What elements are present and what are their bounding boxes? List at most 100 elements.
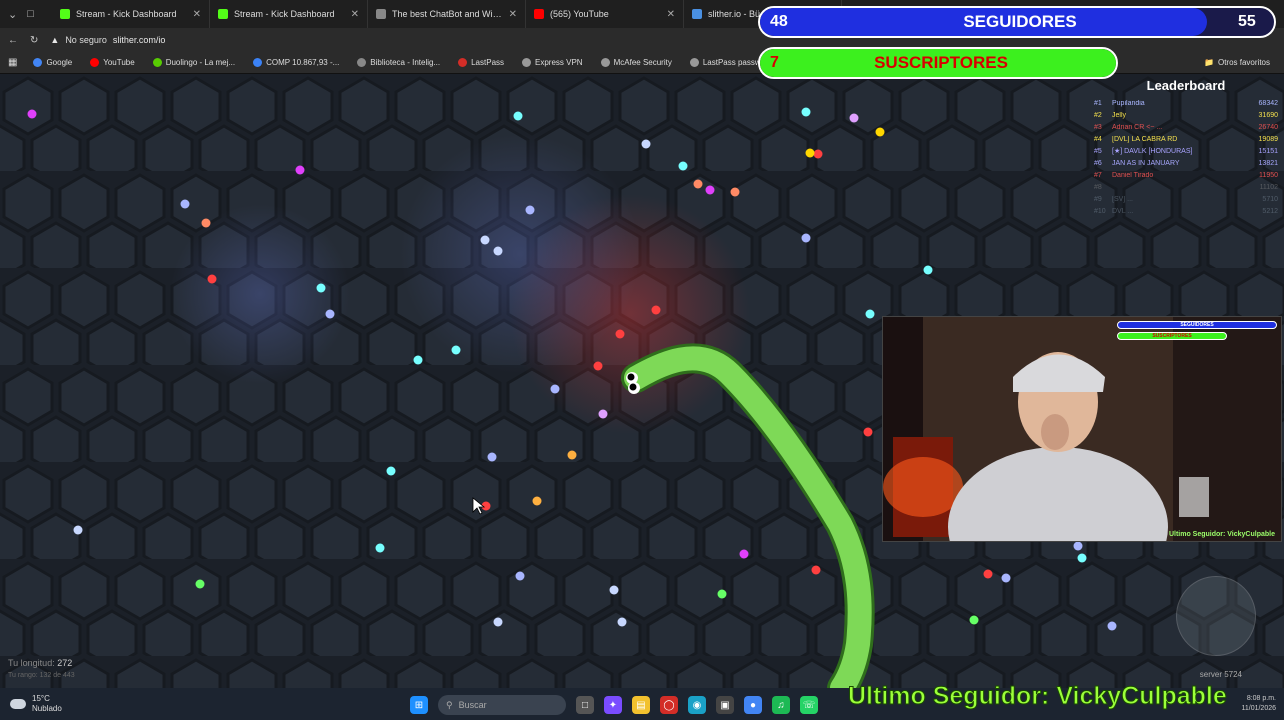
close-tab-icon[interactable]: ✕ xyxy=(351,9,359,20)
apps-icon[interactable]: ▦ xyxy=(8,57,17,68)
bookmark-label: Biblioteca - Intelig... xyxy=(370,58,441,67)
food-pellet xyxy=(480,235,490,245)
browser-tab[interactable]: (565) YouTube ✕ xyxy=(526,0,684,28)
opera-icon[interactable]: ◯ xyxy=(660,696,678,714)
slither-icon xyxy=(692,9,702,19)
leaderboard-name: Daniel Tirado xyxy=(1112,171,1154,179)
food-pellet xyxy=(487,452,497,462)
warning-icon: ▲ xyxy=(50,35,60,45)
subscribers-label: SUSCRIPTORES xyxy=(874,53,1008,72)
leaderboard-rank: #8 xyxy=(1094,183,1102,191)
leaderboard-rank: #4 xyxy=(1094,135,1102,143)
file-explorer-icon[interactable]: ▤ xyxy=(632,696,650,714)
search-placeholder: Buscar xyxy=(458,700,487,710)
last-follower-banner: Ultimo Seguidor: VickyCulpable xyxy=(848,682,1228,711)
edge-icon[interactable]: ◉ xyxy=(688,696,706,714)
food-pellet xyxy=(730,187,740,197)
close-tab-icon[interactable]: ✕ xyxy=(509,9,517,20)
leaderboard-row: #2 Jelly 31690 xyxy=(1094,109,1278,121)
bookmark-item[interactable]: Duolingo - La mej... xyxy=(152,58,236,67)
bookmark-item[interactable]: McAfee Security xyxy=(600,58,672,67)
leaderboard-rank: #7 xyxy=(1094,171,1102,179)
leaderboard-score: 11102 xyxy=(1259,183,1278,191)
browser-tab[interactable]: Stream - Kick Dashboard ✕ xyxy=(210,0,368,28)
food-pellet xyxy=(609,585,619,595)
food-pellet xyxy=(451,345,461,355)
close-tab-icon[interactable]: ✕ xyxy=(193,9,201,20)
leaderboard-score: 5212 xyxy=(1262,207,1278,215)
food-pellet xyxy=(923,265,933,275)
bookmark-icon xyxy=(522,58,532,67)
bookmark-item[interactable]: Biblioteca - Intelig... xyxy=(357,58,440,67)
task-view-icon[interactable]: □ xyxy=(576,696,594,714)
bookmark-label: Duolingo - La mej... xyxy=(165,58,236,67)
taskbar-search[interactable]: ⚲ Buscar xyxy=(438,695,566,715)
leaderboard-score: 15151 xyxy=(1258,147,1278,155)
tab-search-icon[interactable]: ⌄ xyxy=(8,8,17,21)
bookmark-icon xyxy=(357,58,367,67)
url-text[interactable]: slither.com/io xyxy=(113,35,166,45)
leaderboard-rank: #9 xyxy=(1094,195,1102,203)
food-pellet xyxy=(1073,541,1083,551)
leaderboard-score: 31690 xyxy=(1258,111,1278,119)
food-pellet xyxy=(811,565,821,575)
reload-icon[interactable]: ↻ xyxy=(30,35,38,46)
spotify-icon[interactable]: ♫ xyxy=(772,696,790,714)
leaderboard-score: 5710 xyxy=(1262,195,1278,203)
food-pellet xyxy=(493,246,503,256)
workspaces-icon[interactable]: □ xyxy=(27,8,34,21)
back-icon[interactable]: ← xyxy=(8,35,18,46)
bookmark-label: YouTube xyxy=(103,58,135,67)
food-pellet xyxy=(739,549,749,559)
copilot-icon[interactable]: ✦ xyxy=(604,696,622,714)
bookmark-label: COMP 10.867,93 -... xyxy=(266,58,340,67)
bookmark-label: LastPass xyxy=(471,58,505,67)
food-pellet xyxy=(983,569,993,579)
windows-start-icon[interactable]: ⊞ xyxy=(410,696,428,714)
food-pellet xyxy=(969,615,979,625)
bookmark-icon xyxy=(152,58,162,67)
bookmark-item[interactable]: Express VPN xyxy=(522,58,583,67)
leaderboard-score: 19089 xyxy=(1258,135,1278,143)
close-tab-icon[interactable]: ✕ xyxy=(667,9,675,20)
system-tray-clock[interactable]: 8:08 p.m. 11/01/2026 xyxy=(1241,694,1276,714)
chatbot-icon xyxy=(376,9,386,19)
bookmark-item[interactable]: Google xyxy=(33,58,72,67)
bookmark-icon xyxy=(600,58,610,67)
browser-tab[interactable]: The best ChatBot and Widgets for ✕ xyxy=(368,0,526,28)
chrome-icon[interactable]: ● xyxy=(744,696,762,714)
leaderboard-name: Jelly xyxy=(1112,111,1127,119)
bookmark-item[interactable]: YouTube xyxy=(90,58,135,67)
leaderboard-score: 11950 xyxy=(1259,171,1278,179)
other-favorites[interactable]: 📁 Otros favoritos xyxy=(1204,58,1270,67)
length-readout: Tu longitud: 272 xyxy=(8,658,73,668)
weather-widget[interactable]: 15°C Nublado xyxy=(0,694,120,714)
food-pellet xyxy=(805,148,815,158)
food-pellet xyxy=(1001,573,1011,583)
food-pellet xyxy=(849,113,859,123)
bookmark-item[interactable]: COMP 10.867,93 -... xyxy=(253,58,339,67)
food-pellet xyxy=(651,305,661,315)
tab-title: (565) YouTube xyxy=(550,9,609,19)
omnibox[interactable]: ▲ No seguro slither.com/io xyxy=(50,35,165,45)
whatsapp-icon[interactable]: ☏ xyxy=(800,696,818,714)
clock-time: 8:08 p.m. xyxy=(1246,695,1276,702)
webcam-last-follower: Ultimo Seguidor: VickyCulpable xyxy=(1168,531,1275,538)
food-pellet xyxy=(180,199,190,209)
food-pellet xyxy=(73,525,83,535)
store-icon[interactable]: ▣ xyxy=(716,696,734,714)
tab-title: Stream - Kick Dashboard xyxy=(76,9,177,19)
leaderboard-row: #7 Daniel Tirado 11950 xyxy=(1094,169,1278,181)
food-pellet xyxy=(515,571,525,581)
bookmark-icon xyxy=(458,58,468,67)
bookmark-item[interactable]: LastPass xyxy=(458,58,504,67)
cloud-icon xyxy=(10,699,26,709)
food-pellet xyxy=(693,179,703,189)
browser-tab[interactable]: Stream - Kick Dashboard ✕ xyxy=(52,0,210,28)
followers-goal-bar: 48 SEGUIDORES 55 xyxy=(758,6,1276,38)
webcam-mini-followers-bar: SEGUIDORES xyxy=(1117,321,1277,329)
food-pellet xyxy=(567,450,577,460)
leaderboard-row: #6 JAN AS IN JANUARY 13821 xyxy=(1094,157,1278,169)
leaderboard-rank: #2 xyxy=(1094,111,1102,119)
food-pellet xyxy=(813,149,823,159)
